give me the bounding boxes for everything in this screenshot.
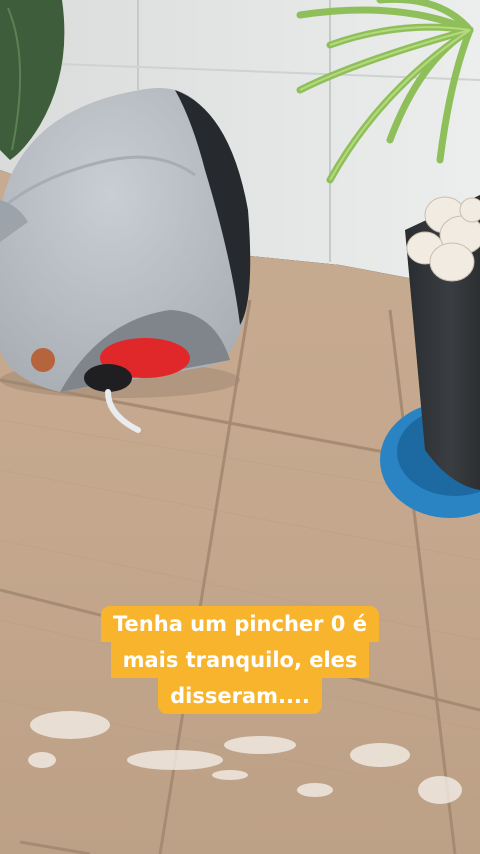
caption-line-1: Tenha um pincher 0 é <box>101 606 379 642</box>
story-caption: Tenha um pincher 0 é mais tranquilo, ele… <box>0 606 480 714</box>
caption-line-2: mais tranquilo, eles <box>110 642 370 678</box>
pet-bed-icon <box>0 88 251 433</box>
background-photo <box>0 0 480 854</box>
caption-line-3: disseram.... <box>158 678 322 714</box>
story-viewer[interactable]: Tenha um pincher 0 é mais tranquilo, ele… <box>0 0 480 854</box>
